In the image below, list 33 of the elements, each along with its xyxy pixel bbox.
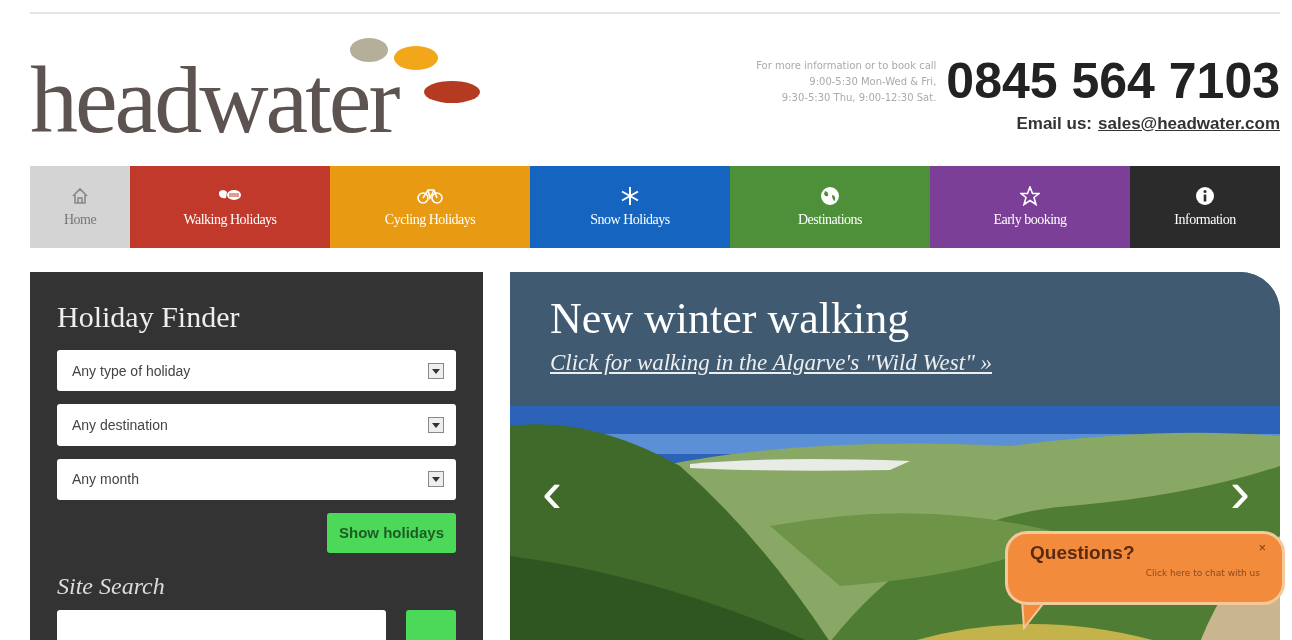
logo[interactable]: headwater (30, 50, 398, 150)
opening-hours-text: 9:30-5:30 Thu, 9:00-12:30 Sat. (781, 91, 937, 105)
email-link[interactable]: sales@headwater.com (1098, 114, 1280, 134)
chat-bubble[interactable]: Questions? Click here to chat with us × (1005, 531, 1285, 605)
nav-tab[interactable]: Home (30, 166, 130, 248)
phone-number: 0845 564 7103 (946, 54, 1280, 108)
star-icon (1020, 186, 1040, 206)
slide-title: New winter walking (550, 294, 910, 344)
dropdown[interactable]: Any destination (57, 404, 456, 446)
nav-tab[interactable]: Walking Holidays (130, 166, 330, 248)
home-icon (70, 186, 90, 206)
email-label: Email us: (1016, 114, 1093, 134)
nav-tab[interactable]: Destinations (730, 166, 930, 248)
slide-link[interactable]: Click for walking in the Algarve's "Wild West" » (550, 350, 993, 376)
opening-hours-text: 9:00-5:30 Mon-Wed & Fri, (809, 75, 937, 89)
nav-tab[interactable]: Early booking (930, 166, 1130, 248)
info-icon (1195, 186, 1215, 206)
show-holidays-button[interactable]: Show holidays (327, 513, 456, 553)
search-button[interactable] (406, 610, 456, 640)
dropdown[interactable]: Any type of holiday (57, 350, 456, 392)
chat-title: Questions? (1030, 542, 1136, 564)
bicycle-icon (417, 186, 443, 206)
search-field[interactable] (57, 610, 386, 640)
opening-hours-text: For more information or to book call (756, 59, 937, 73)
section-title: Site Search (57, 573, 166, 600)
close-button[interactable]: × (1258, 540, 1266, 555)
globe-icon (820, 186, 840, 206)
dropdown[interactable]: Any month (57, 458, 456, 500)
nav-tab[interactable]: Snow Holidays (530, 166, 730, 248)
chat-subtitle: Click here to chat with us (1144, 568, 1260, 578)
snowflake-icon (620, 186, 640, 206)
nav-tab[interactable]: Information (1130, 166, 1280, 248)
panel-title: Holiday Finder (57, 300, 241, 334)
